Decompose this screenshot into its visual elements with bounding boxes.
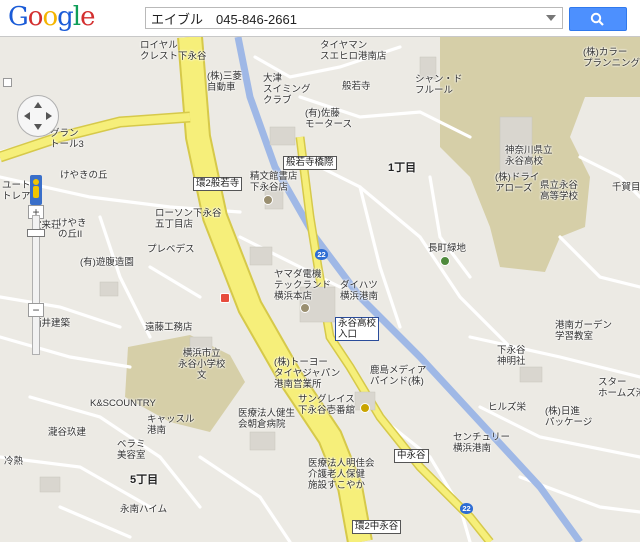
logo-letter: G	[8, 2, 29, 32]
label-seibun: 精文館書店 下永谷店	[250, 171, 298, 193]
google-logo[interactable]: Google	[8, 2, 95, 32]
route-22-marker: 22	[315, 249, 328, 260]
logo-letter: o	[27, 2, 44, 32]
label-kariyaku: けやきの丘	[60, 170, 108, 181]
label-reisei: 冷熱	[4, 456, 24, 467]
search-icon	[590, 12, 604, 26]
label-berumi: ベラミ 美容室	[117, 439, 146, 461]
label-yuto: ユート トレア	[2, 180, 31, 202]
label-chome1: 1丁目	[388, 162, 417, 174]
pegman-icon[interactable]	[30, 175, 42, 205]
label-ks: K&SCOUNTRY	[90, 398, 156, 409]
label-yokohama-elem: 横浜市立 永谷小学校 文	[178, 348, 226, 381]
logo-letter: g	[57, 2, 74, 32]
label-sanryo: (株)三菱 自動車	[207, 71, 242, 93]
label-konan-garden: 港南ガーデン 学習教室	[555, 320, 613, 342]
label-iryo2: 医療法人明佳会 介護老人保健 施設すこやか	[308, 458, 375, 491]
label-shimonagaya-shrine: 下永谷 神明社	[497, 345, 526, 367]
label-hiruzu: ヒルズ栄	[488, 402, 527, 413]
search-dropdown-icon[interactable]	[546, 15, 556, 21]
label-tyaiyaman: タイヤマン スエヒロ港南店	[320, 40, 387, 62]
poi-marker[interactable]	[300, 303, 310, 313]
logo-letter: l	[72, 2, 81, 32]
label-toyota: (株)トーヨー タイヤジャパン 港南営業所	[274, 357, 341, 390]
label-sato: (有)佐藤 モータース	[305, 108, 353, 130]
shield-nagaya-entrance: 永谷高校 入口	[335, 317, 380, 341]
shield-nakanagaya: 中永谷	[394, 449, 429, 463]
label-prevedes: プレベデス	[147, 244, 195, 255]
label-royal: ロイヤル クレスト下永谷	[140, 40, 207, 62]
shield-hannyaji-bridge: 般若寺橋際	[283, 156, 337, 170]
zoom-out-button[interactable]: −	[28, 303, 44, 317]
search-input[interactable]	[146, 8, 531, 28]
label-takitani: 瀧谷玖建	[48, 427, 87, 438]
search-box[interactable]	[145, 7, 563, 29]
label-kashima: 鹿島メディア パインド(株)	[370, 365, 427, 387]
label-senga: 千賀目	[612, 182, 640, 193]
label-iryo: 医療法人健生 会朝倉病院	[238, 408, 296, 430]
label-endo: 遠藤工務店	[145, 322, 193, 333]
label-otsu: 大津 スイミング クラブ	[263, 73, 311, 106]
map-canvas[interactable]: ロイヤル クレスト下永谷 タイヤマン スエヒロ港南店 (株)三菱 自動車 大津 …	[0, 37, 640, 542]
label-yamada: ヤマダ電機 テックランド 横浜本店	[274, 269, 332, 302]
label-lawson: ローソン下永谷 五丁目店	[155, 208, 222, 230]
label-sungrace: サングレイス 下永谷壱番舘	[298, 394, 356, 416]
top-bar: Google	[0, 0, 640, 37]
label-nagaya: 長町緑地	[428, 243, 467, 254]
shield-kan2-nakanagaya: 環2中永谷	[352, 520, 402, 534]
zoom-slider-handle[interactable]	[27, 229, 45, 237]
logo-letter: o	[42, 2, 58, 32]
label-dryarrows: (株)ドライ アローズ	[495, 172, 540, 194]
label-yuraku: (有)遊腹造園	[80, 257, 134, 268]
label-karaplanning: (株)カラー プランニング	[583, 47, 640, 69]
label-chome5: 5丁目	[130, 474, 159, 486]
poi-marker[interactable]	[263, 195, 273, 205]
label-chandfleur: シャン・ド フルール	[415, 74, 463, 96]
logo-letter: e	[80, 2, 95, 32]
label-daihatsu: ダイハツ 横浜港南	[340, 280, 379, 302]
label-keyakioka2: けやき の丘II	[58, 218, 87, 240]
pan-control[interactable]	[17, 95, 59, 137]
poi-marker[interactable]	[360, 403, 370, 413]
shield-kan2-hannyaji: 環2般若寺	[193, 177, 243, 191]
label-kenritsu: 県立永谷 高等学校	[540, 180, 579, 202]
label-kanagawa-school: 神奈川県立 永谷高校	[505, 145, 553, 167]
label-hannyaji: 般若寺	[342, 81, 371, 92]
route-22-marker: 22	[460, 503, 473, 514]
label-century: センチュリー 横浜港南	[453, 432, 511, 454]
tree-marker[interactable]	[440, 256, 450, 266]
label-nagahaim: 永南ハイム	[120, 504, 168, 515]
search-button[interactable]	[569, 7, 627, 31]
map-shrink-button[interactable]	[3, 78, 12, 87]
poi-marker[interactable]	[220, 293, 230, 303]
label-castle: キャッスル 港南	[147, 414, 195, 436]
label-star: スター ホームズ港	[598, 377, 640, 399]
label-nissei: (株)日進 パッケージ	[545, 406, 593, 428]
pan-arrows-icon	[24, 102, 52, 130]
